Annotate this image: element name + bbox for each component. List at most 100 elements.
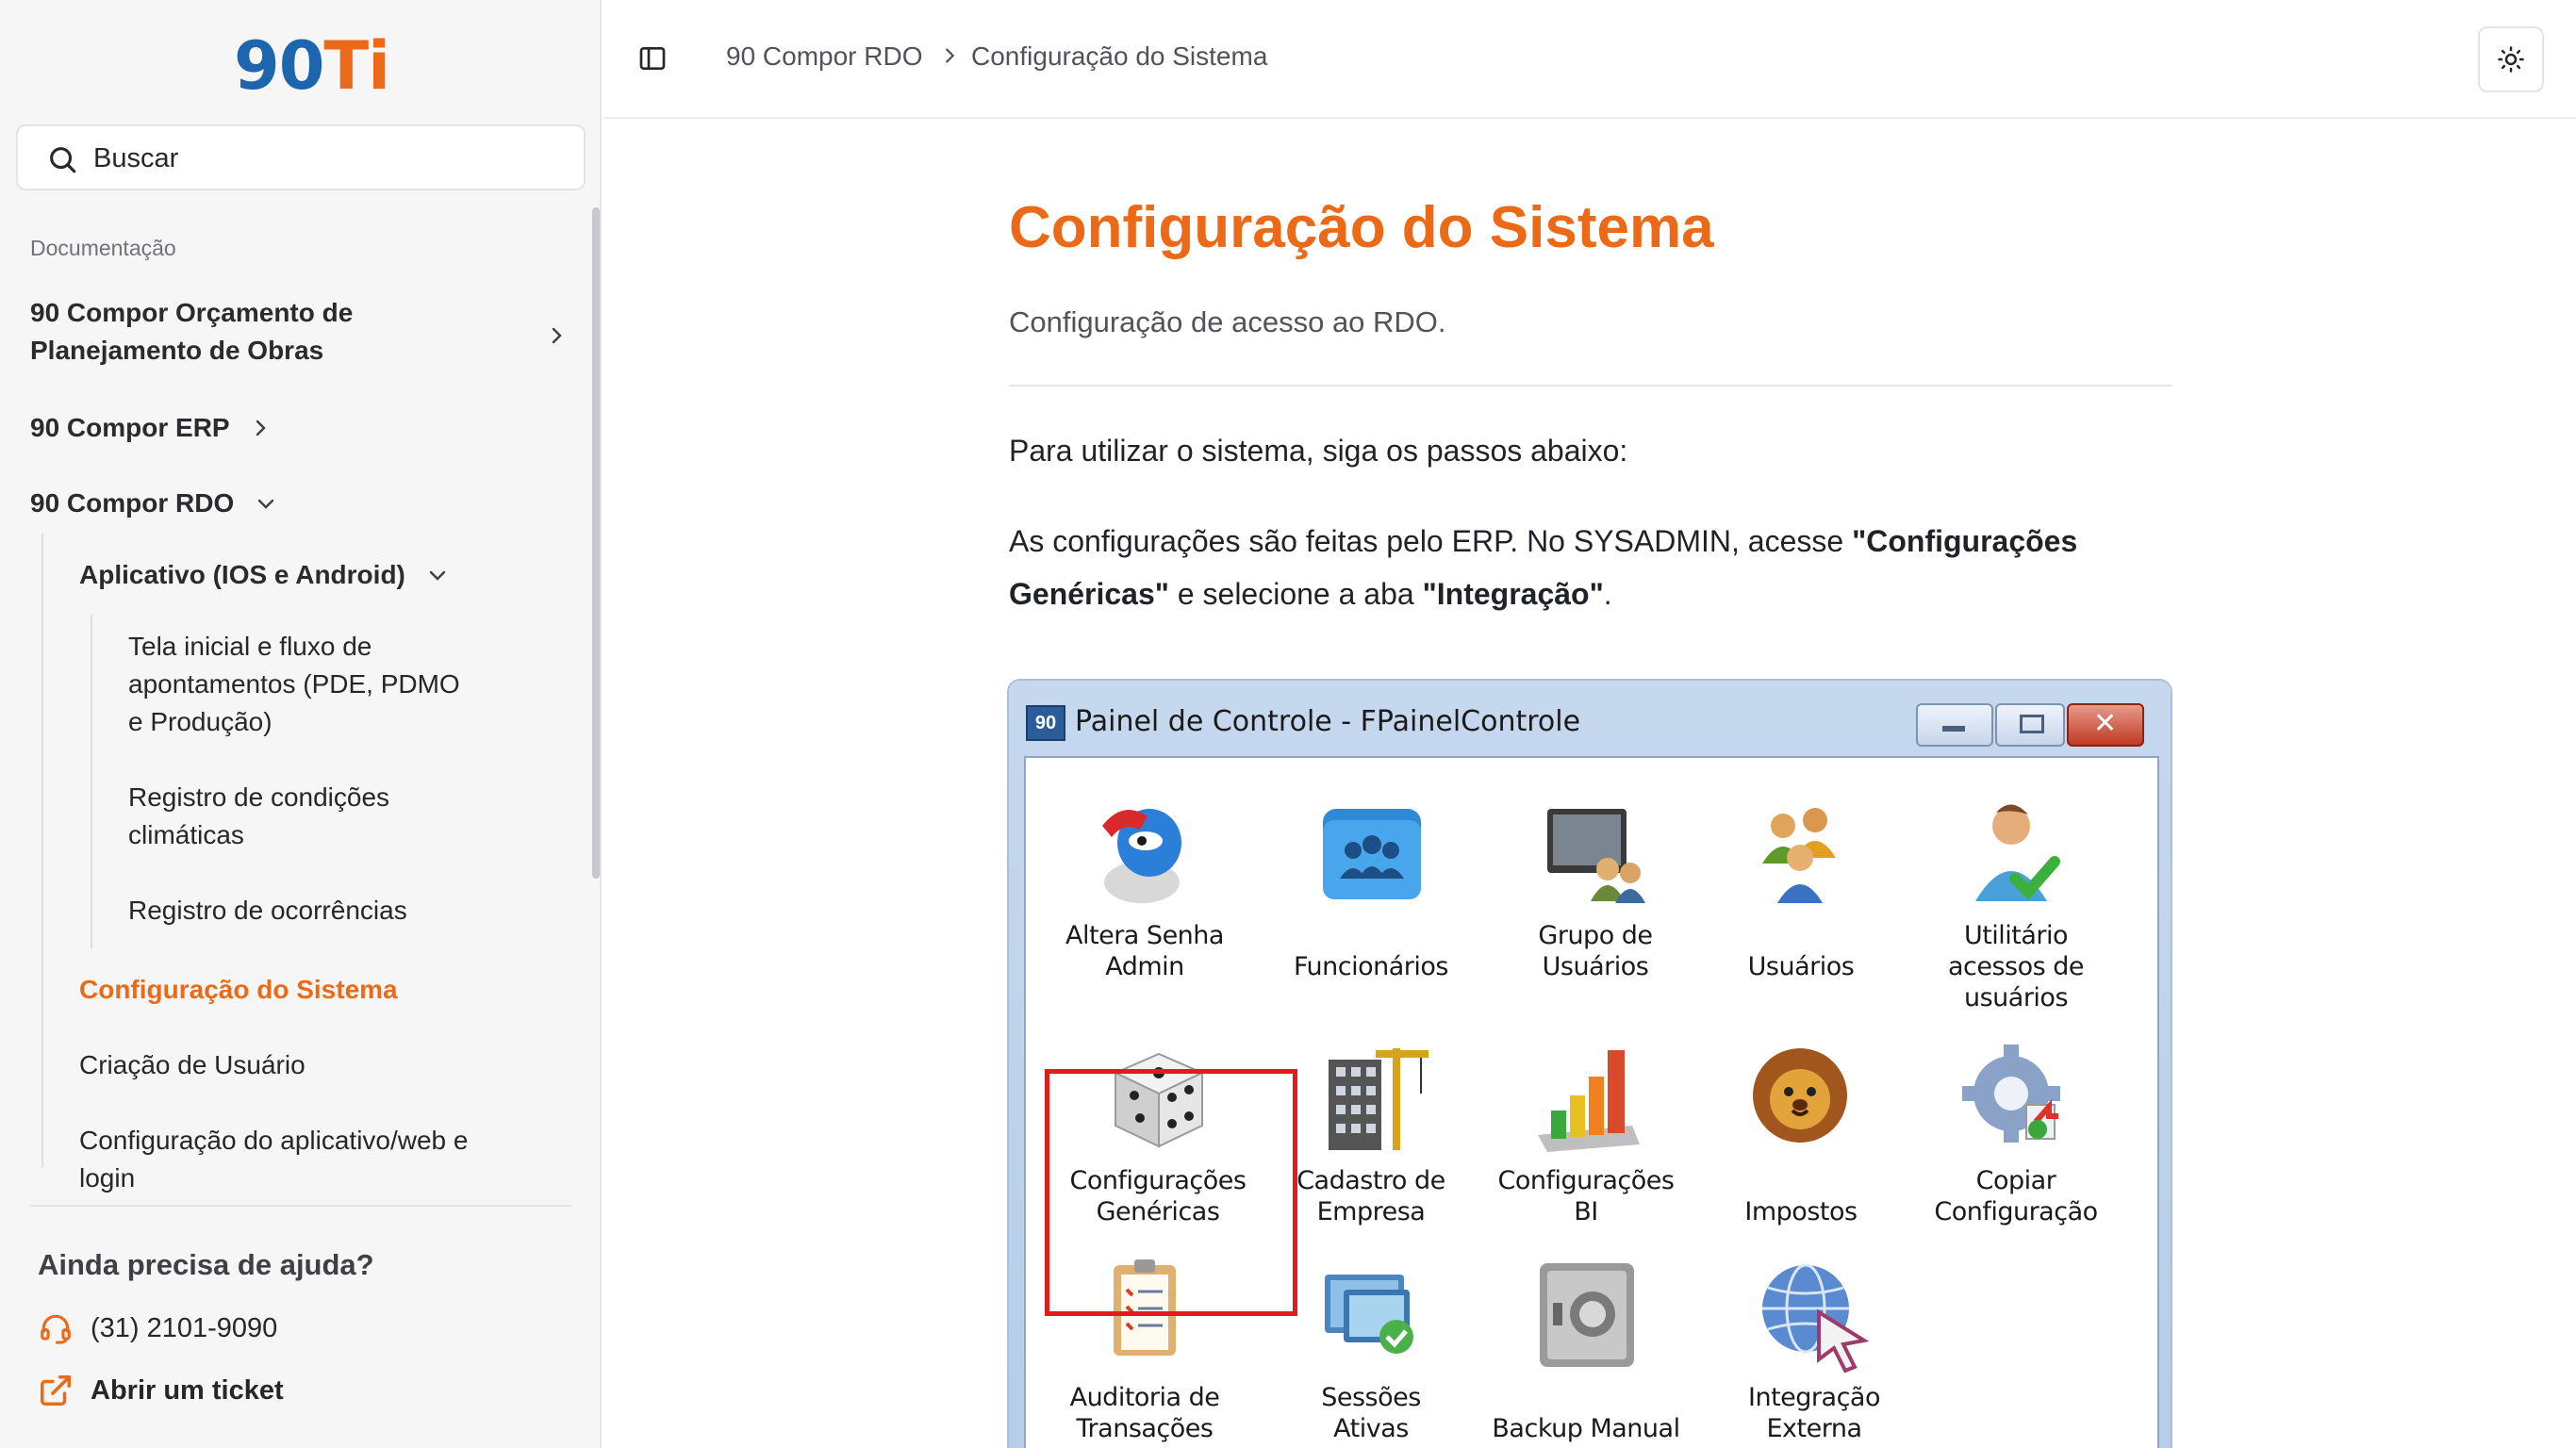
help-phone-text: (31) 2101-9090 [91,1312,278,1343]
tile-usuarios: Usuários [1697,792,1905,982]
tile-label: Cadastro de [1296,1166,1445,1195]
app-icon: 90 [1026,705,1065,741]
nav-item-tela-inicial[interactable]: Tela inicial e fluxo de apontamentos (PD… [128,628,460,741]
nav-item-tela-inicial-line2: apontamentos (PDE, PDMO [128,669,460,699]
theme-toggle-button[interactable] [2478,26,2544,92]
people-folder-icon [1310,792,1432,914]
help-phone[interactable]: (31) 2101-9090 [38,1310,277,1346]
user-check-icon [1955,792,2077,914]
tile-impostos: Impostos [1697,1037,1905,1227]
control-panel-screenshot: 90 Painel de Controle - FPainelControle … [1009,681,2171,1448]
nav-item-registro-ocorrencias[interactable]: Registro de ocorrências [128,892,407,930]
divider [1009,385,2172,387]
chevron-right-icon[interactable] [545,324,568,347]
nav-item-criacao-usuario[interactable]: Criação de Usuário [79,1046,305,1084]
paragraph-bold: "Integração" [1422,577,1604,611]
users-icon [1740,792,1862,914]
tile-label: Auditoria de [1069,1383,1220,1412]
nav-section-title: Documentação [30,236,176,260]
maximize-button [1995,703,2065,747]
close-button: ✕ [2067,703,2144,747]
page-subtitle: Configuração de acesso ao RDO. [1009,305,1446,338]
tile-label: Copiar [1975,1166,2056,1195]
tile-label: Usuários [1747,952,1855,981]
paragraph-text: As configurações são feitas pelo ERP. No… [1009,524,1853,558]
nav-item-registro-condicoes[interactable]: Registro de condições climáticas [128,779,389,854]
nav-item-tela-inicial-line3: e Produção) [128,707,272,736]
nav-tree-line [91,615,92,948]
sidebar-scrollbar[interactable] [592,207,600,879]
nav-item-registro-condicoes-line2: climáticas [128,820,244,849]
chevron-right-icon [946,48,955,63]
tile-label: Altera Senha [1065,921,1224,950]
tile-configuracoes-bi: Configurações BI [1482,1037,1690,1227]
breadcrumb-parent[interactable]: 90 Compor RDO [726,41,923,72]
user-group-monitor-icon [1534,792,1657,914]
nav-item-configuracao-sistema[interactable]: Configuração do Sistema [79,971,398,1009]
logo-number: 90 [234,27,324,105]
tile-label: usuários [1963,983,2069,1012]
paragraph-intro: Para utilizar o sistema, siga os passos … [1009,434,1628,468]
tile-backup-manual: Backup Manual [1482,1254,1690,1444]
tile-label: Funcionários [1294,952,1449,981]
tile-copiar-configuracao: Copiar Configuração [1912,1037,2120,1227]
close-icon: ✕ [2093,707,2118,740]
nav-item-erp[interactable]: 90 Compor ERP [30,409,230,447]
nav-item-config-aplicativo-line1: Configuração do aplicativo/web e [79,1126,469,1155]
external-link-icon [41,1375,71,1406]
window-title: Painel de Controle - FPainelControle [1075,705,1581,738]
tile-label: Configurações [1497,1166,1675,1195]
tile-label: Externa [1766,1414,1862,1443]
safe-icon [1525,1254,1647,1376]
tile-label: Backup Manual [1492,1414,1680,1443]
nav-item-rdo[interactable]: 90 Compor RDO [30,485,234,522]
logo[interactable]: 90Ti [234,27,390,105]
tile-label: Sessões [1321,1383,1421,1412]
chevron-down-icon[interactable] [255,492,277,515]
paragraph-text: e selecione a aba [1168,577,1423,611]
tile-sessoes-ativas: Sessões Ativas [1267,1254,1475,1444]
nav-item-orcamento[interactable]: 90 Compor Orçamento de Planejamento de O… [30,294,539,370]
tile-label: Empresa [1316,1197,1426,1226]
tile-label: Usuários [1542,952,1649,981]
tile-label: Transações [1076,1414,1214,1443]
headset-icon [41,1314,71,1344]
key-lock-icon [1083,792,1206,914]
search-input[interactable]: Buscar [16,124,586,190]
chevron-right-icon[interactable] [249,417,272,439]
tile-label: Integração [1748,1383,1880,1412]
tile-integracao-externa: Integração Externa [1710,1254,1918,1444]
building-icon [1310,1037,1432,1160]
sidebar-toggle-icon[interactable] [637,43,668,74]
nav-item-tela-inicial-line1: Tela inicial e fluxo de [128,632,372,661]
nav-item-config-aplicativo-line2: login [79,1163,136,1193]
control-panel-body: Altera Senha Admin Funcionários Grupo de U… [1024,756,2159,1448]
sidebar: 90Ti Buscar Documentação 90 Compor Orçam… [0,0,602,1448]
tile-label: Ativas [1333,1414,1409,1443]
help-ticket-link[interactable]: Abrir um ticket [38,1373,284,1408]
divider [30,1205,571,1207]
sidebar-nav: Documentação 90 Compor Orçamento de Plan… [0,207,594,1205]
nav-item-config-aplicativo[interactable]: Configuração do aplicativo/web e login [79,1122,468,1197]
paragraph-text: . [1603,577,1612,611]
help-ticket-text: Abrir um ticket [91,1374,284,1406]
help-title: Ainda precisa de ajuda? [38,1248,374,1281]
search-icon [50,147,76,173]
nav-item-orcamento-line2: Planejamento de Obras [30,336,324,365]
paragraph-instructions: As configurações são feitas pelo ERP. No… [1009,515,2178,620]
sun-icon [2498,46,2524,73]
tile-funcionarios: Funcionários [1267,792,1475,982]
tile-label: acessos de [1947,952,2085,981]
minimize-button [1916,703,1993,747]
tile-label: Utilitário [1963,921,2069,950]
nav-tree-line [41,534,43,1167]
top-bar: 90 Compor RDO Configuração do Sistema [603,0,2576,119]
tile-label: Grupo de [1538,921,1653,950]
tile-label: Configuração [1934,1197,2098,1226]
breadcrumb-current: Configuração do Sistema [971,41,1268,71]
logo-suffix: Ti [323,27,390,105]
tile-altera-senha: Altera Senha Admin [1041,792,1248,982]
chevron-down-icon[interactable] [426,564,449,586]
nav-item-aplicativo[interactable]: Aplicativo (IOS e Android) [79,556,405,594]
tile-label: Admin [1105,952,1184,981]
